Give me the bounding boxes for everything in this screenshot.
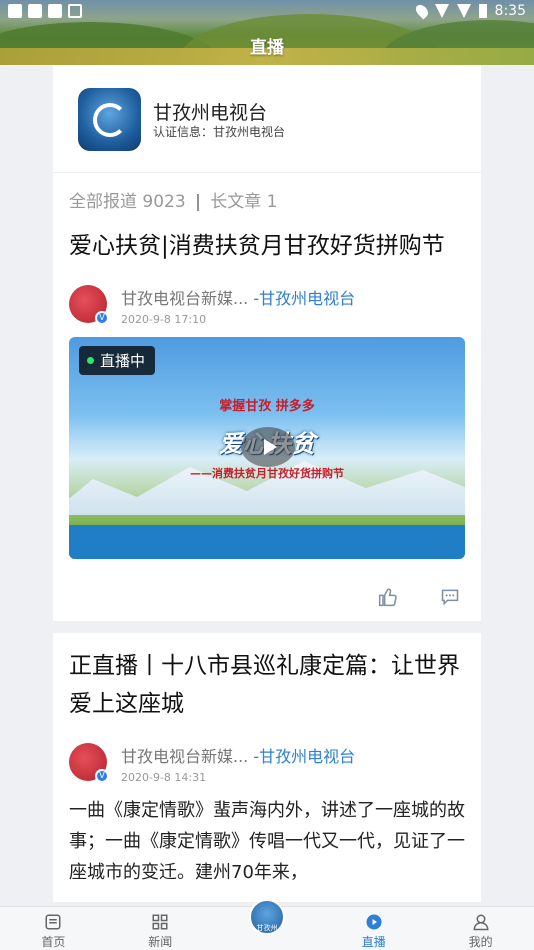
- long-articles-count: 长文章 1: [210, 192, 278, 212]
- account-name: 甘孜州电视台: [153, 102, 268, 124]
- avatar: V: [69, 285, 109, 325]
- grid-icon: [152, 914, 168, 930]
- video-player[interactable]: 直播中 掌握甘孜 拼多多 爱心扶贫 ——消费扶贫月甘孜好货拼购节: [69, 337, 465, 559]
- article-date: 2020-9-8 17:10: [121, 313, 207, 326]
- like-icon[interactable]: [377, 587, 399, 607]
- location-icon: [413, 2, 431, 20]
- account-card: 甘孜州电视台 认证信息：甘孜州电视台 全部报道 9023 | 长文章 1 爱心扶…: [53, 65, 481, 621]
- verified-icon: V: [95, 311, 109, 325]
- play-circle-icon: [366, 914, 382, 930]
- article-date: 2020-9-8 14:31: [121, 771, 207, 784]
- article-card[interactable]: 正直播丨十八市县巡礼康定篇：让世界爱上这座城 V 甘孜电视台新媒... -甘孜州…: [53, 633, 481, 902]
- battery-icon: [478, 4, 487, 18]
- author-org: -甘孜州电视台: [253, 747, 356, 766]
- notification-icon: [28, 4, 42, 18]
- account-logo: [78, 88, 141, 151]
- header-banner: 8:35 直播: [0, 0, 534, 65]
- center-logo-icon: 甘孜州: [248, 899, 285, 935]
- logo-left: 掌握甘孜: [219, 399, 272, 414]
- bottom-tab-bar: 首页 新闻 甘孜州 直播 我的: [0, 899, 534, 950]
- tab-news[interactable]: 新闻: [107, 907, 214, 950]
- tab-mine[interactable]: 我的: [427, 907, 534, 950]
- page-title: 直播: [250, 38, 284, 58]
- tab-home[interactable]: 首页: [0, 907, 107, 950]
- notification-icon: [8, 4, 22, 18]
- live-dot-icon: [87, 357, 94, 364]
- account-profile[interactable]: 甘孜州电视台 认证信息：甘孜州电视台: [53, 65, 481, 173]
- author-name: 甘孜电视台新媒...: [121, 747, 249, 766]
- article-card[interactable]: 爱心扶贫|消费扶贫月甘孜好货拼购节 V 甘孜电视台新媒... -甘孜州电视台 2…: [53, 213, 481, 573]
- user-icon: [473, 914, 489, 931]
- article-excerpt: 一曲《康定情歌》蜚声海内外，讲述了一座城的故事；一曲《康定情歌》传唱一代又一代，…: [69, 800, 465, 883]
- account-stats: 全部报道 9023 | 长文章 1: [69, 192, 278, 212]
- reports-count: 全部报道 9023: [69, 192, 186, 212]
- logo-right: 拼多多: [275, 399, 315, 414]
- author-name: 甘孜电视台新媒...: [121, 289, 249, 308]
- article-title[interactable]: 正直播丨十八市县巡礼康定篇：让世界爱上这座城: [69, 647, 465, 723]
- signal-icon: [456, 4, 471, 18]
- article-actions: [53, 573, 481, 621]
- banner-subtitle: ——消费扶贫月甘孜好货拼购节: [190, 467, 344, 480]
- account-certification: 认证信息：甘孜州电视台: [153, 125, 286, 139]
- wifi-icon: [434, 4, 449, 18]
- notification-icon: [68, 4, 82, 18]
- tab-center[interactable]: 甘孜州: [214, 899, 321, 950]
- status-time: 8:35: [494, 3, 526, 19]
- article-author[interactable]: V 甘孜电视台新媒... -甘孜州电视台 2020-9-8 17:10: [69, 285, 465, 329]
- avatar: V: [69, 743, 109, 783]
- play-icon[interactable]: [241, 427, 295, 467]
- article-author[interactable]: V 甘孜电视台新媒... -甘孜州电视台 2020-9-8 14:31: [69, 743, 465, 787]
- author-org: -甘孜州电视台: [253, 289, 356, 308]
- tab-live[interactable]: 直播: [320, 907, 427, 950]
- notification-icon: [48, 4, 62, 18]
- verified-icon: V: [95, 769, 109, 783]
- article-title[interactable]: 爱心扶贫|消费扶贫月甘孜好货拼购节: [69, 227, 465, 265]
- home-icon: [45, 914, 61, 930]
- status-bar: 8:35: [0, 0, 534, 24]
- content-feed[interactable]: 甘孜州电视台 认证信息：甘孜州电视台 全部报道 9023 | 长文章 1 爱心扶…: [53, 65, 481, 914]
- comment-icon[interactable]: [439, 587, 461, 607]
- live-badge: 直播中: [79, 346, 156, 375]
